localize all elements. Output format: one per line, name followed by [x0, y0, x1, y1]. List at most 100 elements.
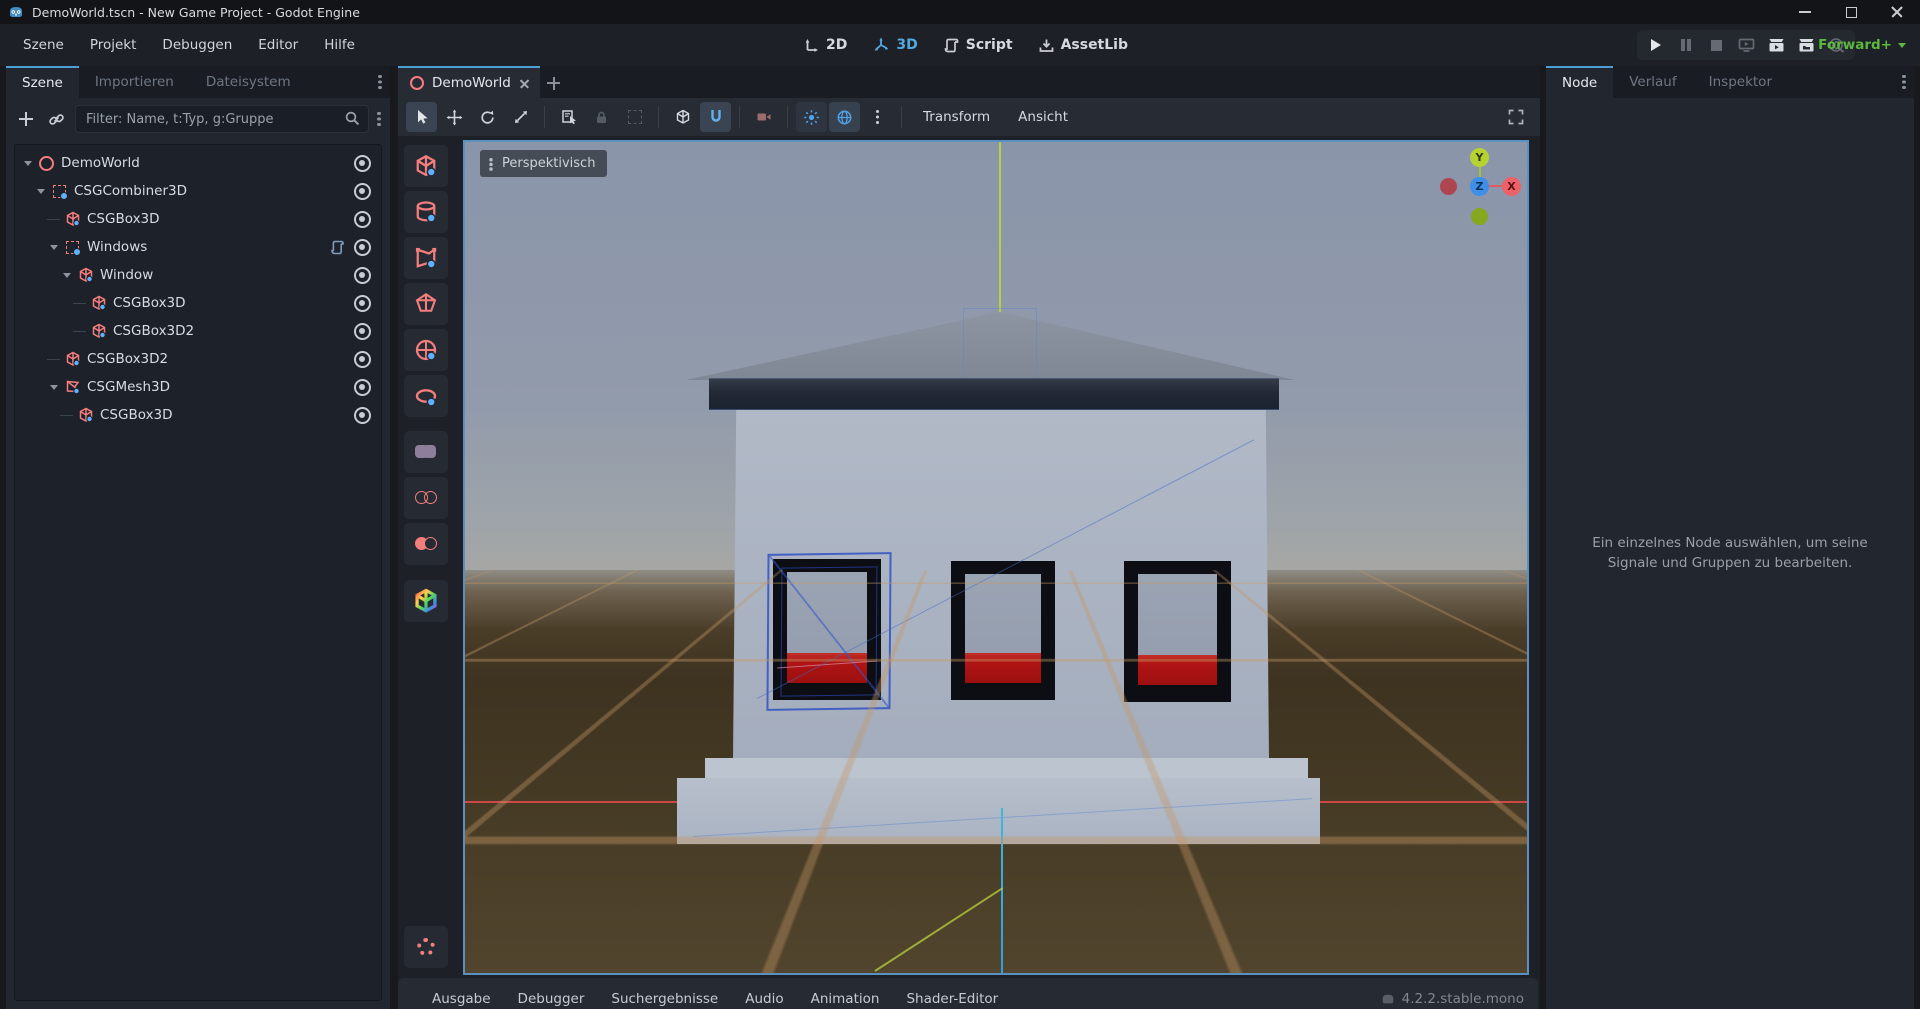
csg-torus-button[interactable] — [404, 375, 448, 417]
version-info[interactable]: 4.2.2.stable.mono — [1381, 991, 1524, 1007]
tree-row-window[interactable]: Window — [58, 261, 381, 289]
tab-animation[interactable]: Animation — [811, 991, 880, 1007]
list-select-button[interactable] — [553, 102, 584, 132]
menu-dots-icon[interactable] — [378, 75, 382, 90]
csg-settings-button[interactable] — [404, 926, 448, 968]
tab-inspektor[interactable]: Inspektor — [1693, 66, 1788, 98]
select-tool-button[interactable] — [406, 102, 437, 132]
play-button[interactable] — [1643, 32, 1669, 58]
gizmo-z-positive[interactable]: Z — [1470, 177, 1489, 196]
tab-ausgabe[interactable]: Ausgabe — [432, 991, 491, 1007]
close-tab-icon[interactable] — [519, 78, 530, 89]
move-tool-button[interactable] — [439, 102, 470, 132]
menu-debuggen[interactable]: Debuggen — [149, 32, 245, 58]
tab-script[interactable]: Script — [944, 37, 1013, 53]
tree-row-demoworld[interactable]: DemoWorld — [19, 149, 381, 177]
visibility-toggle[interactable] — [351, 183, 373, 200]
rotate-tool-button[interactable] — [472, 102, 503, 132]
menu-szene[interactable]: Szene — [10, 32, 77, 58]
scale-tool-button[interactable] — [505, 102, 536, 132]
sun-preview-button[interactable] — [796, 102, 827, 132]
tree-row-csgbox3d[interactable]: CSGBox3D — [71, 289, 381, 317]
expand-viewport-button[interactable] — [1502, 103, 1530, 131]
expand-arrow[interactable] — [45, 385, 62, 390]
visibility-toggle[interactable] — [351, 155, 373, 172]
minimize-button[interactable] — [1782, 0, 1828, 24]
boolean-subtraction-button[interactable] — [404, 523, 448, 565]
material-cube-button[interactable] — [404, 580, 448, 622]
csg-sphere-button[interactable] — [404, 329, 448, 371]
visibility-toggle[interactable] — [351, 211, 373, 228]
visibility-toggle[interactable] — [351, 239, 373, 256]
gizmo-y-positive[interactable]: Y — [1470, 148, 1489, 167]
tab-dateisystem[interactable]: Dateisystem — [190, 66, 307, 98]
expand-arrow[interactable] — [45, 245, 62, 250]
renderer-selector[interactable]: Forward+ — [1818, 24, 1906, 66]
tab-assetlib[interactable]: AssetLib — [1039, 37, 1128, 53]
perspective-menu[interactable]: Perspektivisch — [480, 150, 607, 177]
transform-menu[interactable]: Transform — [910, 109, 1003, 125]
local-space-button[interactable] — [667, 102, 698, 132]
new-scene-tab-button[interactable] — [540, 68, 568, 98]
boolean-union-button[interactable] — [404, 431, 448, 473]
expand-arrow[interactable] — [58, 273, 75, 278]
restore-button[interactable] — [1828, 0, 1874, 24]
tab-importieren[interactable]: Importieren — [79, 66, 190, 98]
visibility-toggle[interactable] — [351, 407, 373, 424]
scene-tab-demoworld[interactable]: DemoWorld — [398, 66, 540, 98]
play-custom-scene-button[interactable] — [1793, 32, 1819, 58]
tree-row-csgbox3d2[interactable]: CSGBox3D2 — [45, 345, 381, 373]
gizmo-y-negative[interactable] — [1471, 208, 1488, 225]
expand-arrow[interactable] — [19, 161, 36, 166]
csg-polygon-button[interactable] — [404, 237, 448, 279]
instance-scene-button[interactable] — [45, 108, 67, 130]
remote-debug-button[interactable] — [1733, 32, 1759, 58]
camera-preview-button[interactable] — [748, 102, 779, 132]
tab-debugger[interactable]: Debugger — [518, 991, 585, 1007]
visibility-toggle[interactable] — [351, 295, 373, 312]
tree-row-csgmesh3d[interactable]: CSGMesh3D — [45, 373, 381, 401]
tab-2d[interactable]: 2D — [804, 37, 847, 53]
tab-verlauf[interactable]: Verlauf — [1613, 66, 1692, 98]
pause-button[interactable] — [1673, 32, 1699, 58]
tree-row-csgbox3d[interactable]: CSGBox3D — [58, 401, 381, 429]
filter-input[interactable] — [75, 105, 369, 133]
tab-node[interactable]: Node — [1546, 66, 1613, 98]
tree-row-csgcombiner3d[interactable]: CSGCombiner3D — [32, 177, 381, 205]
tab-audio[interactable]: Audio — [745, 991, 783, 1007]
view-menu[interactable]: Ansicht — [1005, 109, 1081, 125]
tree-row-windows[interactable]: Windows — [45, 233, 381, 261]
menu-hilfe[interactable]: Hilfe — [311, 32, 368, 58]
tab-szene[interactable]: Szene — [6, 66, 79, 98]
tree-row-csgbox3d[interactable]: CSGBox3D — [45, 205, 381, 233]
snap-button[interactable] — [700, 102, 731, 132]
lock-button[interactable] — [586, 102, 617, 132]
expand-arrow[interactable] — [32, 189, 49, 194]
tab-suchergebnisse[interactable]: Suchergebnisse — [611, 991, 718, 1007]
gizmo-x-positive[interactable]: X — [1502, 177, 1521, 196]
viewport-3d[interactable]: Perspektivisch Y X Z — [463, 140, 1529, 975]
tab-3d[interactable]: 3D — [873, 37, 917, 53]
play-scene-button[interactable] — [1763, 32, 1789, 58]
tree-row-csgbox3d2[interactable]: CSGBox3D2 — [71, 317, 381, 345]
menu-dots-icon[interactable] — [377, 112, 381, 127]
add-node-button[interactable] — [15, 108, 37, 130]
visibility-toggle[interactable] — [351, 351, 373, 368]
menu-editor[interactable]: Editor — [245, 32, 311, 58]
boolean-intersection-button[interactable] — [404, 477, 448, 519]
close-button[interactable] — [1874, 0, 1920, 24]
environment-preview-button[interactable] — [829, 102, 860, 132]
visibility-toggle[interactable] — [351, 267, 373, 284]
menu-dots-icon[interactable] — [1902, 75, 1906, 90]
csg-mesh-button[interactable] — [404, 283, 448, 325]
tab-shader-editor[interactable]: Shader-Editor — [906, 991, 998, 1007]
csg-cylinder-button[interactable] — [404, 191, 448, 233]
visibility-toggle[interactable] — [351, 379, 373, 396]
visibility-toggle[interactable] — [351, 323, 373, 340]
orientation-gizmo[interactable]: Y X Z — [1440, 146, 1522, 228]
stop-button[interactable] — [1703, 32, 1729, 58]
csg-box-button[interactable] — [404, 145, 448, 187]
group-button[interactable] — [619, 102, 650, 132]
viewport-options-button[interactable] — [862, 102, 893, 132]
menu-projekt[interactable]: Projekt — [77, 32, 150, 58]
